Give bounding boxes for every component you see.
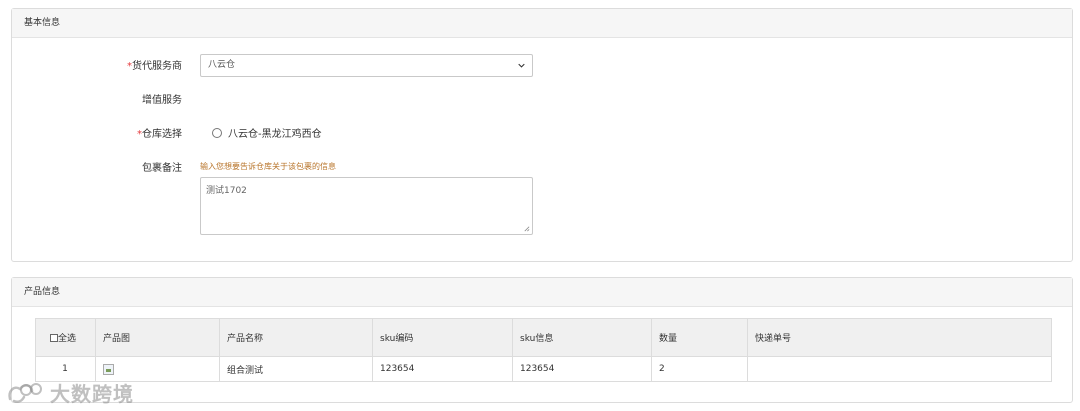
column-header: 快递单号 (747, 318, 1052, 357)
quantity: 2 (651, 356, 748, 382)
forwarder-label-text: 货代服务商 (132, 61, 182, 72)
product-info-title: 产品信息 (12, 278, 1072, 307)
remark-hint: 输入您想要告诉仓库关于该包裹的信息 (200, 162, 336, 171)
basic-info-title: 基本信息 (12, 9, 1072, 38)
remark-value: 测试1702 (206, 186, 247, 196)
product-info-panel: 产品信息 全选 产品图 产品名称 sku编码 sku信息 数量 快递单号 1 组… (11, 277, 1073, 403)
basic-info-panel: 基本信息 *货代服务商 八云仓 增值服务 *仓库选择 八云仓-黑龙江鸡西仓 包裹… (11, 8, 1073, 262)
sku-info: 123654 (512, 356, 652, 382)
warehouse-option-label: 八云仓-黑龙江鸡西仓 (228, 129, 322, 140)
broken-image-icon (103, 364, 114, 375)
value-added-label: 增值服务 (142, 95, 182, 106)
column-header: 数量 (651, 318, 748, 357)
remark-label: 包裹备注 (142, 163, 182, 174)
chevron-down-icon (518, 63, 525, 68)
forwarder-label: *货代服务商 (127, 57, 182, 72)
tracking-number (747, 356, 1052, 382)
column-header: sku信息 (512, 318, 652, 357)
select-all-header[interactable]: 全选 (35, 318, 96, 357)
select-all-checkbox[interactable] (50, 334, 58, 342)
product-name: 组合测试 (219, 356, 373, 382)
warehouse-radio-option[interactable]: 八云仓-黑龙江鸡西仓 (212, 125, 322, 140)
table-header-row: 全选 产品图 产品名称 sku编码 sku信息 数量 快递单号 (35, 318, 1052, 357)
warehouse-label: *仓库选择 (137, 125, 182, 140)
select-all-label: 全选 (58, 334, 77, 344)
watermark-text: 大数跨境 (50, 382, 134, 406)
forwarder-select[interactable]: 八云仓 (200, 54, 533, 77)
remark-textarea[interactable]: 测试1702 (200, 177, 533, 235)
column-header: sku编码 (372, 318, 513, 357)
column-header: 产品名称 (219, 318, 373, 357)
watermark-logo-icon (8, 382, 42, 403)
resize-grip-icon[interactable] (523, 225, 530, 232)
warehouse-label-text: 仓库选择 (142, 129, 182, 140)
radio-button[interactable] (212, 127, 222, 138)
product-table: 全选 产品图 产品名称 sku编码 sku信息 数量 快递单号 1 组合测试 1… (35, 318, 1052, 382)
column-header: 产品图 (95, 318, 220, 357)
sku-code: 123654 (372, 356, 513, 382)
forwarder-selected-value: 八云仓 (208, 60, 236, 70)
table-row: 1 组合测试 123654 123654 2 (35, 356, 1052, 382)
watermark: 大数跨境 (6, 378, 134, 407)
